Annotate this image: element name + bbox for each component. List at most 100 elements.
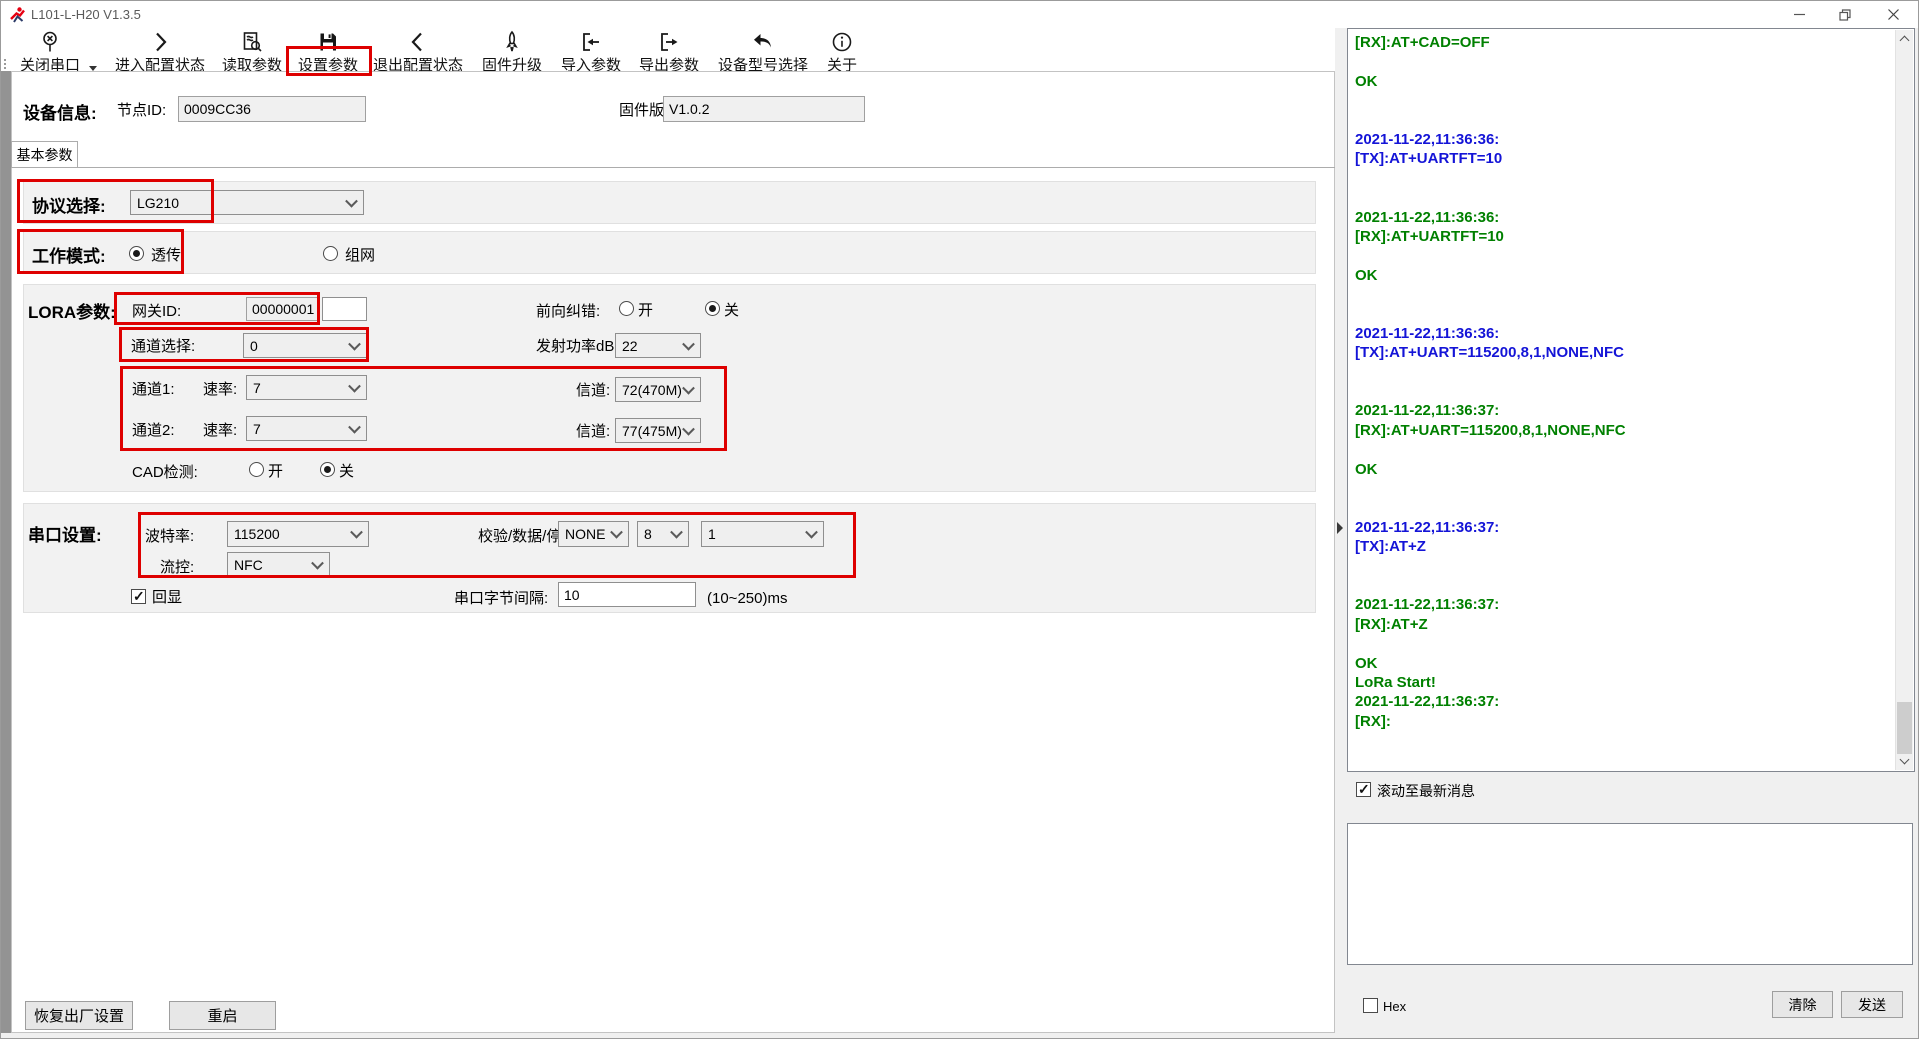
channel2-freq-combo[interactable]: 77(475M) [615, 418, 701, 443]
stop-bits-combo[interactable]: 1 [701, 521, 824, 547]
log-line [1355, 479, 1885, 498]
scroll-down-icon[interactable] [1896, 753, 1913, 770]
import-params-icon [561, 30, 621, 54]
fec-on-radio[interactable] [619, 301, 634, 316]
scroll-latest-checkbox[interactable] [1356, 782, 1371, 797]
baud-rate-value: 115200 [234, 526, 280, 542]
firmware-version-field[interactable]: V1.0.2 [663, 96, 865, 122]
device-info-section-label: 设备信息: [23, 99, 97, 124]
toolbar-button-about[interactable]: 关于 [827, 30, 857, 75]
toolbar-button-close-port[interactable]: 关闭串口 [20, 30, 80, 75]
toolbar-button-enter-config[interactable]: 进入配置状态 [115, 30, 205, 75]
send-input-area[interactable] [1347, 823, 1913, 965]
send-button[interactable]: 发送 [1841, 991, 1903, 1018]
stop-bits-value: 1 [708, 526, 716, 542]
toolbar-button-device-model[interactable]: 设备型号选择 [718, 30, 808, 75]
log-line [1355, 285, 1885, 304]
app-window: L101-L-H20 V1.3.5 [0, 0, 1919, 1039]
log-line [1355, 169, 1885, 188]
log-line [1355, 634, 1885, 653]
cad-off-radio[interactable] [320, 462, 335, 477]
work-mode-transparent-radio[interactable] [129, 246, 144, 261]
byte-interval-field[interactable]: 10 [558, 582, 696, 607]
log-line: 2021-11-22,11:36:37: [1355, 692, 1885, 711]
baud-rate-combo[interactable]: 115200 [227, 521, 369, 547]
gateway-id-value: 00000001 [252, 301, 314, 317]
lora-section-label: LORA参数: [28, 298, 116, 323]
channel2-rate-combo[interactable]: 7 [246, 416, 367, 441]
chevron-down-icon [311, 557, 324, 570]
send-label: 发送 [1858, 995, 1886, 1015]
log-line: [RX]:AT+CAD=OFF [1355, 33, 1885, 52]
tx-power-combo[interactable]: 22 [615, 333, 701, 358]
scroll-up-icon[interactable] [1896, 30, 1913, 47]
log-line: 2021-11-22,11:36:37: [1355, 595, 1885, 614]
tab-basic-params[interactable]: 基本参数 [11, 141, 78, 167]
chevron-down-icon [682, 337, 695, 350]
channel1-rate-label: 速率: [203, 381, 237, 399]
toolbar-button-set-params[interactable]: 设置参数 [298, 30, 358, 75]
log-line [1355, 188, 1885, 207]
splitter-collapse-icon[interactable] [1337, 522, 1343, 534]
protocol-label: 协议选择: [32, 192, 106, 217]
bottom-strip [1, 1033, 1335, 1039]
toolbar-button-exit-config[interactable]: 退出配置状态 [373, 30, 463, 75]
log-scrollbar[interactable] [1895, 30, 1913, 770]
parity-combo[interactable]: NONE [558, 521, 629, 547]
toolbar-button-export-params[interactable]: 导出参数 [639, 30, 699, 75]
echo-checkbox[interactable] [131, 589, 146, 604]
channel1-freq-combo[interactable]: 72(470M) [615, 377, 701, 402]
hex-checkbox[interactable] [1363, 998, 1378, 1013]
byte-interval-hint: (10~250)ms [707, 590, 787, 608]
log-line: [RX]:AT+Z [1355, 615, 1885, 634]
clear-button[interactable]: 清除 [1772, 991, 1833, 1018]
restart-button[interactable]: 重启 [169, 1001, 276, 1030]
close-button[interactable] [1867, 1, 1919, 28]
data-bits-combo[interactable]: 8 [637, 521, 689, 547]
channel2-rate-value: 7 [253, 421, 261, 437]
flow-control-combo[interactable]: NFC [227, 552, 330, 578]
scrollbar-thumb[interactable] [1897, 702, 1912, 754]
cad-on-radio[interactable] [249, 462, 264, 477]
chevron-down-icon [682, 381, 695, 394]
chevron-down-icon [682, 422, 695, 435]
log-line: LoRa Start! [1355, 673, 1885, 692]
byte-interval-label: 串口字节间隔: [454, 590, 548, 608]
node-id-field[interactable]: 0009CC36 [178, 96, 366, 122]
chevron-down-icon [345, 194, 358, 207]
channel-select-combo[interactable]: 0 [243, 333, 367, 358]
set-params-icon [298, 30, 358, 54]
log-line: [TX]:AT+UART=115200,8,1,NONE,NFC [1355, 343, 1885, 362]
node-id-label: 节点ID: [117, 102, 166, 120]
minimize-button[interactable] [1777, 1, 1822, 28]
protocol-select[interactable]: LG210 [130, 190, 364, 215]
toolbar-button-read-params[interactable]: 读取参数 [222, 30, 282, 75]
window-title: L101-L-H20 V1.3.5 [31, 7, 141, 22]
fec-off-radio[interactable] [705, 301, 720, 316]
channel1-label: 通道1: [132, 381, 175, 399]
serial-section-label: 串口设置: [28, 521, 102, 546]
log-line: 2021-11-22,11:36:37: [1355, 401, 1885, 420]
flow-control-value: NFC [234, 557, 263, 573]
gateway-id-extra-field[interactable] [322, 297, 367, 321]
factory-reset-button[interactable]: 恢复出厂设置 [25, 1001, 133, 1030]
log-line [1355, 91, 1885, 110]
chevron-down-icon [348, 337, 361, 350]
channel1-rate-value: 7 [253, 380, 261, 396]
log-line [1355, 363, 1885, 382]
channel1-rate-combo[interactable]: 7 [246, 375, 367, 400]
parity-value: NONE [565, 526, 605, 542]
log-line: 2021-11-22,11:36:36: [1355, 130, 1885, 149]
cad-on-label: 开 [268, 463, 283, 481]
node-id-value: 0009CC36 [184, 101, 251, 117]
log-line: 2021-11-22,11:36:36: [1355, 324, 1885, 343]
toolbar-button-firmware-upgrade[interactable]: 固件升级 [482, 30, 542, 75]
hex-label: Hex [1383, 998, 1406, 1016]
gateway-id-field[interactable]: 00000001 [246, 297, 319, 321]
log-output-box[interactable]: [RX]:AT+CAD=OFF OK 2021-11-22,11:36:36:[… [1347, 28, 1915, 772]
chevron-down-icon [348, 379, 361, 392]
toolbar-button-import-params[interactable]: 导入参数 [561, 30, 621, 75]
restore-button[interactable] [1822, 1, 1867, 28]
work-mode-networking-radio[interactable] [323, 246, 338, 261]
data-bits-value: 8 [644, 526, 652, 542]
